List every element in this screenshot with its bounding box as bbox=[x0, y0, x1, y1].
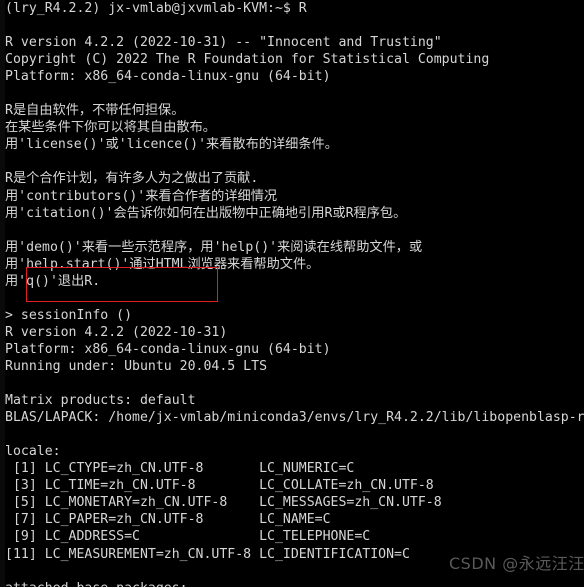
terminal-line: R version 4.2.2 (2022-10-31) bbox=[5, 324, 228, 340]
terminal-line: Running under: Ubuntu 20.04.5 LTS bbox=[5, 358, 268, 374]
terminal-line: Copyright (C) 2022 The R Foundation for … bbox=[5, 52, 490, 68]
terminal-line: attached base packages: bbox=[5, 580, 584, 587]
terminal-line: > sessionInfo () bbox=[5, 307, 133, 323]
terminal-line: R version 4.2.2 (2022-10-31) -- "Innocen… bbox=[5, 35, 442, 51]
csdn-watermark: CSDN @永远汪汪 bbox=[449, 554, 584, 573]
terminal-screen[interactable]: (lry_R4.2.2) jx-vmlab@jxvmlab-KVM:~$ R R … bbox=[5, 0, 584, 587]
terminal-line: 用'q()'退出R. bbox=[5, 273, 101, 289]
terminal-line: R是个合作计划，有许多人为之做出了贡献. bbox=[5, 171, 259, 187]
terminal-line: 在某些条件下你可以将其自由散布。 bbox=[5, 120, 216, 136]
terminal-line: 用'citation()'会告诉你如何在出版物中正确地引用R或R程序包。 bbox=[5, 205, 407, 221]
terminal-line: Platform: x86_64-conda-linux-gnu (64-bit… bbox=[5, 341, 331, 357]
terminal-line: [7] LC_PAPER=zh_CN.UTF-8 LC_NAME=C bbox=[5, 512, 331, 528]
terminal-line: 用'help.start()'通过HTML浏览器来看帮助文件。 bbox=[5, 256, 320, 272]
terminal-line: locale: bbox=[5, 444, 61, 460]
terminal-line: [9] LC_ADDRESS=C LC_TELEPHONE=C bbox=[5, 529, 371, 545]
terminal-line: 用'contributors()'来看合作者的详细情况 bbox=[5, 188, 278, 204]
terminal-line: [1] LC_CTYPE=zh_CN.UTF-8 LC_NUMERIC=C bbox=[5, 461, 355, 477]
terminal-line: BLAS/LAPACK: /home/jx-vmlab/miniconda3/e… bbox=[5, 410, 584, 426]
terminal-line: [3] LC_TIME=zh_CN.UTF-8 LC_COLLATE=zh_CN… bbox=[5, 478, 434, 494]
terminal-line: Matrix products: default bbox=[5, 393, 196, 409]
terminal-window[interactable]: (lry_R4.2.2) jx-vmlab@jxvmlab-KVM:~$ R R … bbox=[0, 0, 584, 587]
terminal-line: 用'license()'或'licence()'来看散布的详细条件。 bbox=[5, 137, 338, 153]
terminal-line: (lry_R4.2.2) jx-vmlab@jxvmlab-KVM:~$ R bbox=[5, 1, 307, 16]
terminal-line: R是自由软件，不带任何担保。 bbox=[5, 103, 185, 119]
terminal-output-text: (lry_R4.2.2) jx-vmlab@jxvmlab-KVM:~$ R R … bbox=[5, 0, 584, 587]
terminal-line: Platform: x86_64-conda-linux-gnu (64-bit… bbox=[5, 69, 331, 85]
terminal-line: [5] LC_MONETARY=zh_CN.UTF-8 LC_MESSAGES=… bbox=[5, 495, 442, 511]
terminal-line: 用'demo()'来看一些示范程序，用'help()'来阅读在线帮助文件，或 bbox=[5, 239, 423, 255]
